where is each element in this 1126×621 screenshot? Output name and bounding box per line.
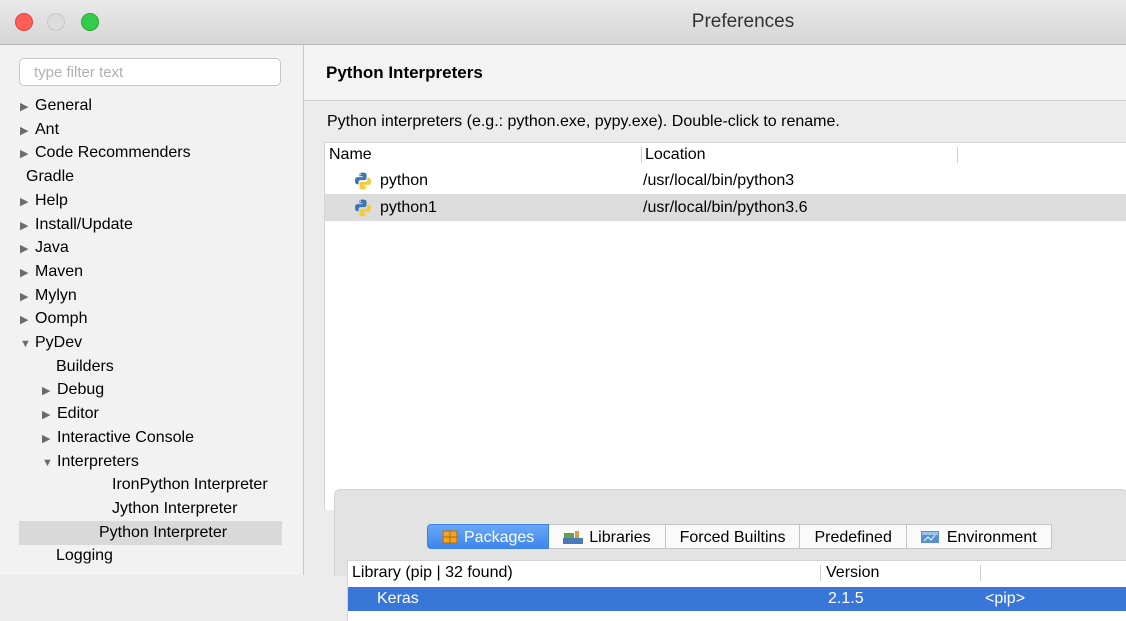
tab-label: Packages: [464, 529, 535, 546]
tab-environment[interactable]: Environment: [906, 524, 1052, 549]
tree-item-logging[interactable]: Logging: [56, 544, 113, 568]
tree-item-label: Oomph: [35, 310, 88, 328]
tree-item-label: Interpreters: [57, 452, 139, 470]
column-separator[interactable]: [641, 147, 642, 163]
collapsed-arrow-icon[interactable]: ▶: [20, 95, 35, 119]
preferences-tree-pane: ▶General▶Ant▶Code RecommendersGradle▶Hel…: [0, 45, 303, 575]
title-bar: Preferences: [0, 0, 1126, 45]
collapsed-arrow-icon[interactable]: ▶: [20, 142, 35, 166]
tree-item-label: Java: [35, 239, 69, 257]
tree-item-mylyn[interactable]: ▶ Mylyn: [20, 284, 77, 308]
table-row[interactable]: python1/usr/local/bin/python3.6: [325, 194, 1126, 221]
interpreter-details-panel: Packages Libraries Forced Builtins Predefin…: [334, 489, 1126, 621]
page-description: Python interpreters (e.g.: python.exe, p…: [327, 113, 840, 130]
tree-item-editor[interactable]: ▶ Editor: [42, 402, 99, 426]
tab-predefined[interactable]: Predefined: [800, 524, 907, 549]
collapsed-arrow-icon[interactable]: ▶: [20, 190, 35, 214]
interpreter-name: python1: [380, 199, 437, 216]
collapsed-arrow-icon[interactable]: ▶: [20, 214, 35, 238]
python-icon: [353, 171, 373, 191]
collapsed-arrow-icon[interactable]: ▶: [42, 379, 57, 403]
tree-item-label: PyDev: [35, 334, 83, 351]
page-title: Python Interpreters: [326, 63, 483, 82]
page-header: Python Interpreters: [304, 45, 1126, 101]
collapsed-arrow-icon[interactable]: ▶: [20, 285, 35, 309]
interpreters-table[interactable]: Name Location python/usr/local/bin/pytho…: [324, 142, 1126, 510]
library-source: <pip>: [985, 590, 1026, 607]
collapsed-arrow-icon[interactable]: ▶: [20, 308, 35, 332]
tab-libraries[interactable]: Libraries: [549, 524, 666, 549]
tree-item-gradle[interactable]: Gradle: [26, 165, 74, 189]
tree-item-label: Debug: [57, 381, 105, 399]
packages-icon: [442, 527, 458, 544]
tree-item-oomph[interactable]: ▶ Oomph: [20, 307, 87, 331]
libraries-icon: [563, 527, 584, 544]
tree-item-python-interpreter[interactable]: Python Interpreter: [19, 520, 282, 545]
tree-item-interactive-console[interactable]: ▶ Interactive Console: [42, 426, 194, 450]
tree-item-debug[interactable]: ▶ Debug: [42, 378, 104, 402]
library-name: Keras: [377, 590, 419, 607]
column-header-location[interactable]: Location: [645, 143, 706, 167]
preference-page: Python Interpreters Python interpreters …: [304, 45, 1126, 621]
tree-item-label: Gradle: [26, 168, 75, 186]
tree-item-label: Python Interpreter: [99, 523, 228, 541]
column-header-name[interactable]: Name: [329, 143, 372, 167]
library-version: 2.1.5: [828, 590, 864, 607]
column-separator[interactable]: [980, 565, 981, 581]
collapsed-arrow-icon[interactable]: ▶: [20, 237, 35, 261]
collapsed-arrow-icon[interactable]: ▶: [20, 261, 35, 285]
tree-item-ironpython-interpreter[interactable]: IronPython Interpreter: [112, 473, 268, 497]
column-separator[interactable]: [957, 147, 958, 163]
tree-item-label: General: [35, 97, 92, 114]
collapsed-arrow-icon[interactable]: ▶: [20, 119, 35, 143]
tree-item-label: Maven: [35, 262, 84, 280]
tree-item-label: Mylyn: [35, 286, 77, 304]
interpreter-location: /usr/local/bin/python3.6: [643, 199, 808, 216]
tree-item-label: Install/Update: [35, 215, 133, 233]
tree-item-jython-interpreter[interactable]: Jython Interpreter: [112, 497, 237, 521]
details-tabs: Packages Libraries Forced Builtins Predefin…: [427, 524, 1052, 549]
tree-item-label: Jython Interpreter: [112, 499, 238, 517]
expanded-arrow-icon[interactable]: ▼: [42, 451, 57, 475]
environment-icon: [920, 527, 941, 543]
tree-item-maven[interactable]: ▶ Maven: [20, 260, 83, 284]
tree-item-label: Ant: [35, 120, 60, 138]
tree-item-java[interactable]: ▶ Java: [20, 236, 69, 260]
collapsed-arrow-icon[interactable]: ▶: [42, 427, 57, 451]
window-title: Preferences: [691, 11, 795, 32]
expanded-arrow-icon[interactable]: ▼: [20, 332, 35, 356]
tab-label: Libraries: [589, 529, 651, 546]
table-row[interactable]: python/usr/local/bin/python3: [325, 167, 1126, 194]
column-header-version[interactable]: Version: [826, 561, 879, 585]
column-separator[interactable]: [820, 565, 821, 581]
python-icon: [353, 198, 373, 218]
tab-label: Forced Builtins: [679, 529, 786, 546]
libraries-table[interactable]: Library (pip | 32 found) Version Keras 2.…: [347, 560, 1126, 621]
tree-item-label: Editor: [57, 405, 99, 423]
tree-item-builders[interactable]: Builders: [56, 355, 114, 379]
table-row[interactable]: Keras 2.1.5 <pip>: [348, 587, 1126, 611]
interpreter-location: /usr/local/bin/python3: [643, 172, 795, 189]
tree-item-pydev[interactable]: ▼ PyDev: [20, 331, 82, 355]
interpreter-name: python: [380, 172, 429, 189]
tree-item-label: Help: [35, 191, 68, 209]
tree-item-code-recommenders[interactable]: ▶ Code Recommenders: [20, 141, 191, 165]
tree-item-interpreters[interactable]: ▼ Interpreters: [42, 450, 139, 474]
filter-input[interactable]: [19, 58, 281, 86]
collapsed-arrow-icon[interactable]: ▶: [42, 403, 57, 427]
tree-item-ant[interactable]: ▶ Ant: [20, 118, 59, 142]
tree-item-label: Builders: [56, 357, 114, 375]
tree-item-label: Code Recommenders: [35, 144, 191, 162]
tree-item-help[interactable]: ▶ Help: [20, 189, 68, 213]
tab-packages[interactable]: Packages: [427, 524, 550, 549]
tree-item-label: Logging: [56, 547, 113, 565]
tree-item-general[interactable]: ▶ General: [20, 94, 92, 118]
tab-forced-builtins[interactable]: Forced Builtins: [665, 524, 801, 549]
tree-item-install-update[interactable]: ▶ Install/Update: [20, 213, 133, 237]
tree-item-label: Interactive Console: [57, 428, 194, 446]
tab-label: Environment: [946, 529, 1037, 546]
tree-item-label: IronPython Interpreter: [112, 476, 268, 494]
tab-label: Predefined: [814, 529, 892, 546]
column-header-library[interactable]: Library (pip | 32 found): [352, 561, 513, 585]
